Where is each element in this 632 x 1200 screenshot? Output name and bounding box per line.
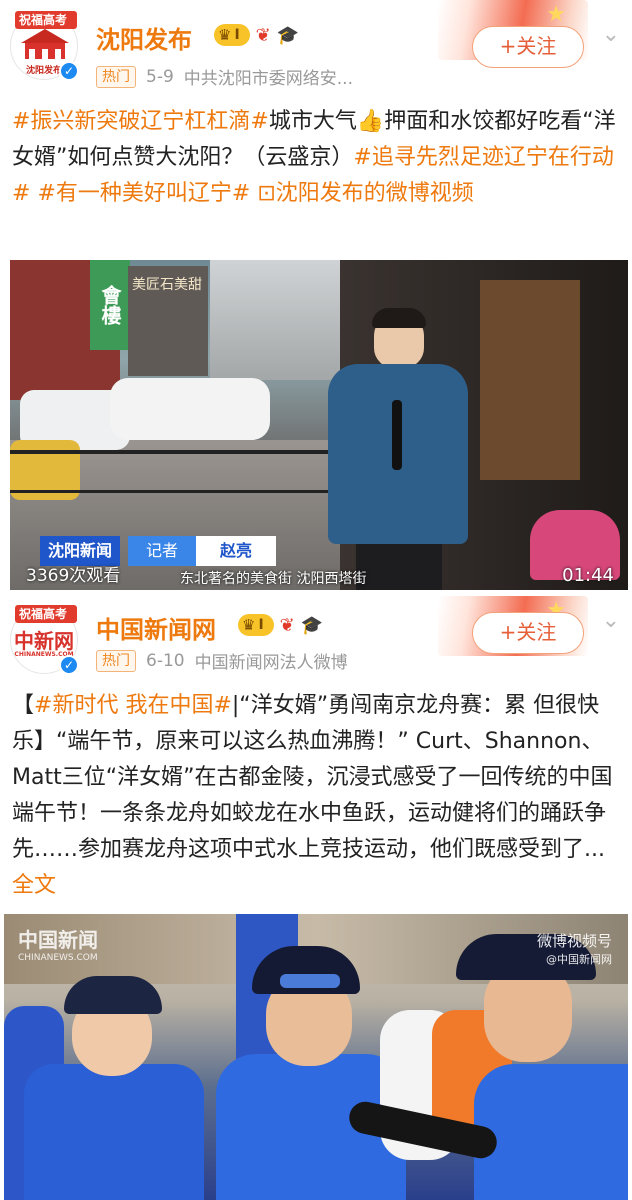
- hot-tag[interactable]: 热门: [96, 649, 136, 672]
- hashtag[interactable]: #有一种美好叫辽宁#: [37, 181, 250, 206]
- post-body: |“洋女婿”勇闯南京龙舟赛：累 但很快乐】“端午节，原来可以这么热血沸腾！” C…: [12, 693, 613, 862]
- sunglasses: [280, 974, 340, 988]
- watermark-sub: CHINANEWS.COM: [18, 953, 98, 963]
- post-text: #振兴新突破辽宁杠杠滴#城市大气👍押面和水饺都好吃看“洋女婿”如何点赞大沈阳？（…: [12, 104, 624, 212]
- post-source: 中国新闻网法人微博: [194, 653, 348, 673]
- vip-badge[interactable]: ♛ I: [214, 24, 250, 46]
- badges: ♛ I ❦ 🎓: [238, 614, 323, 636]
- video-duration: 01:44: [562, 565, 614, 586]
- watermark-text: 微博视频号: [536, 932, 612, 950]
- crown-icon: ♛: [218, 26, 232, 44]
- green-sign: 會樓: [90, 260, 130, 350]
- watermark-left: 中国新闻 CHINANEWS.COM: [18, 924, 98, 963]
- microphone-icon: [392, 400, 402, 470]
- graduation-cap-icon: 🎓: [276, 24, 300, 46]
- video-link[interactable]: ⊡沈阳发布的微博视频: [257, 181, 473, 206]
- person-shirt: [24, 1064, 204, 1200]
- shop-sign: 美匠石美甜: [128, 266, 208, 376]
- post-meta: 热门 5-9 中共沈阳市委网络安...: [96, 64, 353, 89]
- post-source: 中共沈阳市委网络安...: [183, 69, 353, 89]
- follow-button[interactable]: +关注: [472, 26, 584, 68]
- reporter-name: 赵亮: [196, 536, 277, 566]
- chevron-down-icon[interactable]: ⌄: [602, 608, 620, 633]
- graduation-cap-icon: 🎓: [300, 614, 324, 636]
- avatar[interactable]: 祝福高考生 沈阳发布 ✓: [10, 11, 79, 81]
- car: [110, 378, 270, 440]
- video-player[interactable]: 會樓 美匠石美甜 沈阳新闻 记者 赵亮 东北著名的美食街 沈阳西塔街 3369次…: [10, 260, 628, 590]
- watermark-right: 微博视频号 @中国新闻网: [537, 930, 612, 967]
- chevron-down-icon[interactable]: ⌄: [602, 22, 620, 47]
- weibo-post-2: ★ 祝福高考生 中新网 CHINANEWS.COM ✓ 中国新闻网 ♛ I ❦ …: [0, 596, 632, 1200]
- person-shirt: [474, 1064, 628, 1200]
- wooden-pillar: [480, 280, 580, 480]
- hashtag[interactable]: #新时代 我在中国#: [34, 693, 232, 718]
- reporter-role: 记者: [128, 536, 197, 566]
- reporter-pants: [356, 544, 442, 590]
- badges: ♛ I ❦ 🎓: [214, 24, 299, 46]
- follow-button[interactable]: +关注: [472, 612, 584, 654]
- railing: [10, 450, 330, 454]
- hot-tag[interactable]: 热门: [96, 65, 136, 88]
- fire-snake-icon: ❦: [255, 24, 271, 46]
- account-name[interactable]: 沈阳发布: [96, 20, 192, 55]
- post-text: 【#新时代 我在中国#|“洋女婿”勇闯南京龙舟赛：累 但很快乐】“端午节，原来可…: [12, 688, 624, 904]
- fire-snake-icon: ❦: [279, 614, 295, 636]
- avatar-label: 中新网: [14, 629, 74, 653]
- vip-level: I: [258, 617, 264, 633]
- vip-badge[interactable]: ♛ I: [238, 614, 274, 636]
- post-image[interactable]: 中国新闻 CHINANEWS.COM 微博视频号 @中国新闻网: [4, 914, 628, 1200]
- video-caption: 东北著名的美食街 沈阳西塔街: [180, 571, 367, 587]
- watermark-text: 中国新闻: [18, 928, 98, 952]
- vip-level: I: [234, 27, 240, 43]
- post-date: 5-9: [146, 66, 174, 87]
- cap: [64, 976, 162, 1014]
- full-text-link[interactable]: 全文: [12, 873, 56, 898]
- avatar-ribbon: 祝福高考生: [15, 605, 77, 639]
- building: [210, 260, 340, 380]
- account-name[interactable]: 中国新闻网: [96, 610, 216, 645]
- hashtag[interactable]: #振兴新突破辽宁杠杠滴#: [12, 109, 269, 134]
- star-icon: ★: [546, 2, 566, 27]
- verified-icon: ✓: [59, 61, 79, 81]
- weibo-post-1: ★ 祝福高考生 沈阳发布 ✓ 沈阳发布 ♛ I ❦ 🎓 热门 5-9 中共沈阳市…: [0, 0, 632, 596]
- reporter-hair: [372, 308, 426, 328]
- post-meta: 热门 6-10 中国新闻网法人微博: [96, 648, 348, 673]
- watermark-sub: @中国新闻网: [546, 953, 612, 966]
- railing: [10, 490, 330, 493]
- avatar[interactable]: 祝福高考生 中新网 CHINANEWS.COM ✓: [10, 605, 79, 675]
- bracket: 【: [12, 693, 35, 718]
- verified-icon: ✓: [59, 655, 79, 675]
- view-count: 3369次观看: [26, 566, 121, 586]
- post-date: 6-10: [146, 650, 185, 671]
- crown-icon: ♛: [242, 616, 256, 634]
